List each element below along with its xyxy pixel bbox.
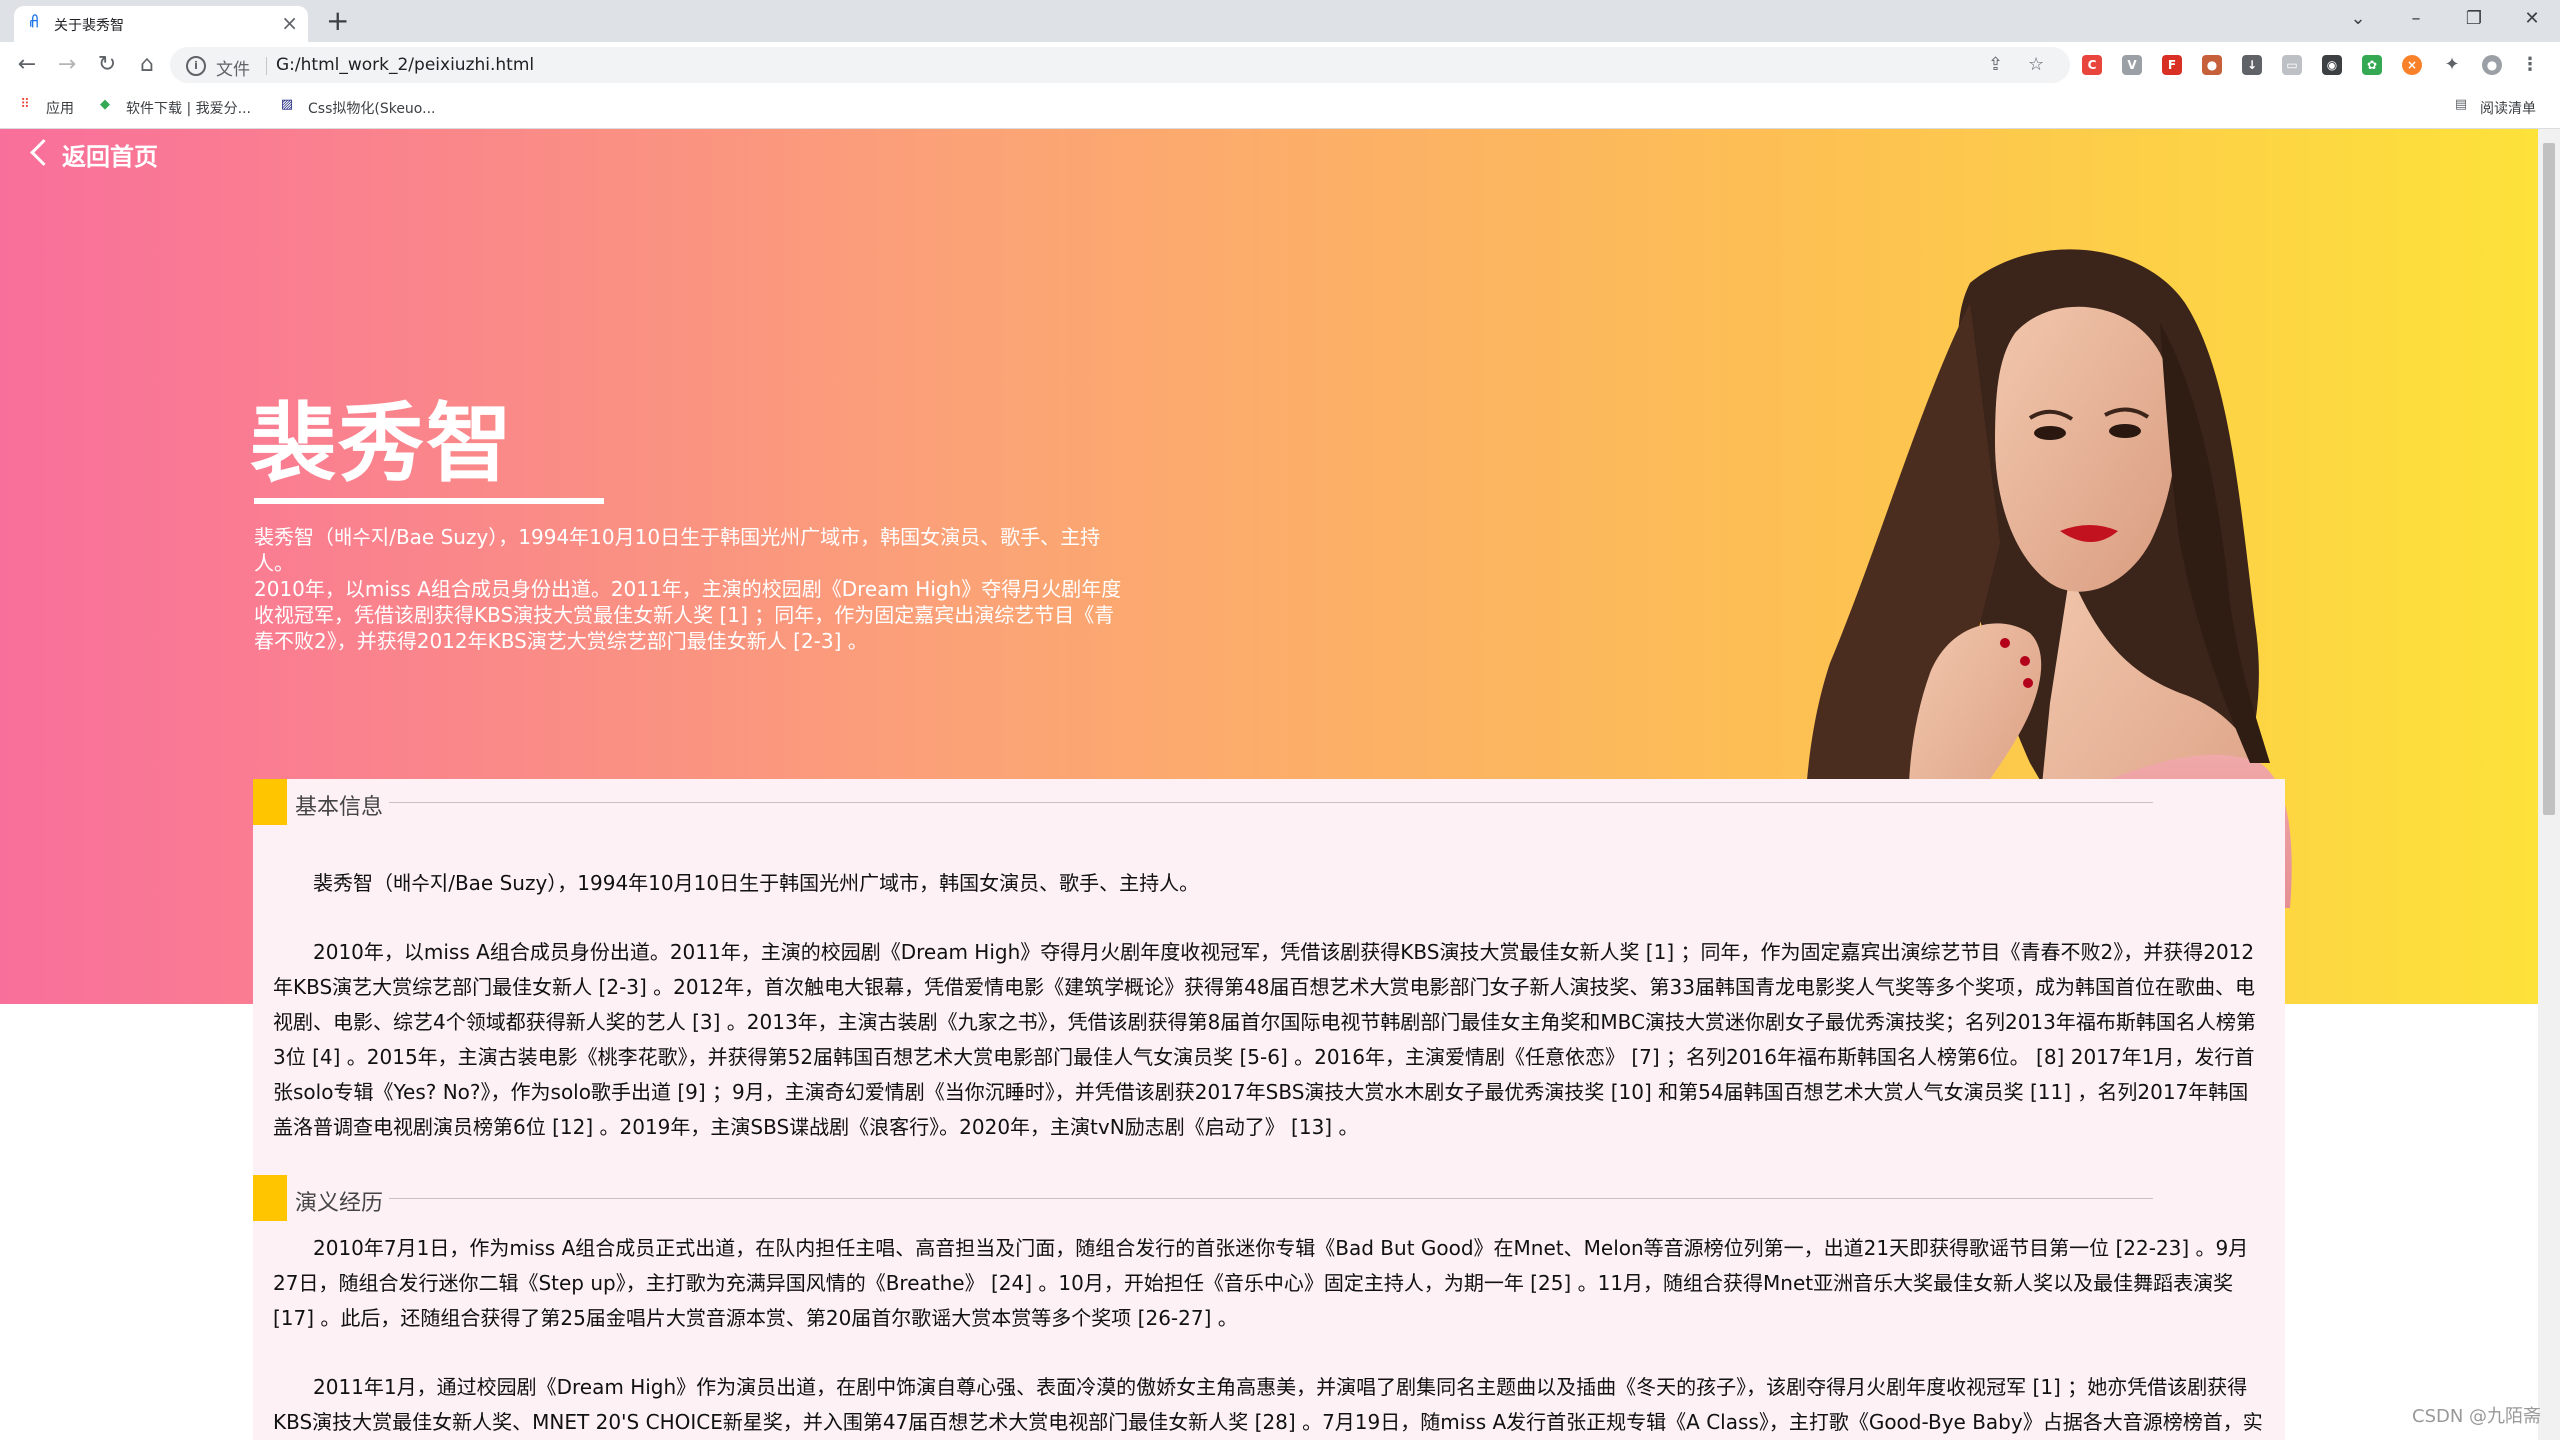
extension-c-icon[interactable]: C [2082,55,2102,75]
tab-strip: ꋬ 关于裴秀智 × + ⌄ – ❐ ✕ [0,0,2560,42]
browser-tab[interactable]: ꋬ 关于裴秀智 × [14,6,308,42]
extension-cookie-icon[interactable]: ● [2202,55,2222,75]
bookmarks-bar: ⠿ 应用 ◆ 软件下载 | 我爱分... ▨ Css拟物化(Skeuo... ▤… [0,88,2560,129]
bookmark-apps[interactable]: 应用 [46,98,74,118]
chevron-left-icon[interactable] [30,139,57,166]
bookmark-css-skeuo[interactable]: Css拟物化(Skeuo... [308,98,435,118]
reload-icon[interactable]: ↻ [92,50,122,80]
address-bar[interactable]: i 文件 G:/html_work_2/peixiuzhi.html ⇪ ☆ [170,47,2070,83]
vertical-scrollbar[interactable] [2538,129,2560,1440]
extension-download-icon[interactable]: ↓ [2242,55,2262,75]
section-divider [389,802,2153,803]
paragraph: 2010年，以miss A组合成员身份出道。2011年，主演的校园剧《Dream… [273,940,2256,1139]
hero-description: 裴秀智（배수지/Bae Suzy），1994年10月10日生于韩国光州广域市，韩… [254,524,1134,654]
url-divider [266,57,267,75]
url-scheme-label: 文件 [216,60,250,80]
web-page: 返回首页 裴秀智 裴秀智（배수지/Bae Suzy），1994年10月10日生于… [0,129,2560,1440]
minimize-icon[interactable]: – [2396,4,2436,34]
reading-list-label[interactable]: 阅读清单 [2480,98,2536,118]
extension-color-icon[interactable]: ✿ [2362,55,2382,75]
tab-title: 关于裴秀智 [54,18,124,34]
close-tab-icon[interactable]: × [281,11,298,35]
bookmark-site-icon: ▨ [280,97,294,112]
section-title: 演义经历 [295,1191,384,1216]
watermark-text: CSDN @九陌斋 [2412,1406,2542,1427]
new-tab-icon[interactable]: + [326,4,349,38]
section-accent-bar [253,779,287,825]
bookmark-site-icon: ◆ [100,97,110,112]
section-divider [389,1198,2153,1199]
url-text[interactable]: G:/html_work_2/peixiuzhi.html [276,55,534,75]
page-favicon-icon: ꋬ [28,15,40,31]
browser-menu-icon[interactable]: ⋮ [2520,55,2540,75]
paragraph: 2010年7月1日，作为miss A组合成员正式出道，在队内担任主唱、高音担当及… [273,1236,2249,1330]
extension-x-icon[interactable]: × [2402,55,2422,75]
back-home-link[interactable]: 返回首页 [62,137,158,172]
bookmark-software-download[interactable]: 软件下载 | 我爱分... [126,98,251,118]
restore-icon[interactable]: ❐ [2454,4,2494,34]
hero-underline [254,498,604,504]
extensions-puzzle-icon[interactable]: ✦ [2442,55,2462,75]
home-icon[interactable]: ⌂ [132,50,162,80]
hero-desc-line: 裴秀智（배수지/Bae Suzy），1994年10月10日生于韩国光州广域市，韩… [254,525,1101,575]
reading-list-icon[interactable]: ▤ [2452,96,2470,114]
close-window-icon[interactable]: ✕ [2512,4,2552,34]
extension-capture-icon[interactable]: ◉ [2322,55,2342,75]
tab-search-icon[interactable]: ⌄ [2338,4,2378,34]
paragraph: 裴秀智（배수지/Bae Suzy），1994年10月10日生于韩国光州广域市，韩… [313,871,1200,895]
share-icon[interactable]: ⇪ [1988,54,2003,75]
hero-title: 裴秀智 [250,394,514,494]
extension-v-icon[interactable]: V [2122,55,2142,75]
extension-fe-icon[interactable]: F [2162,55,2182,75]
site-info-icon[interactable]: i [186,56,206,76]
section-accent-bar [253,1175,287,1221]
section-title: 基本信息 [295,795,384,820]
scrollbar-thumb[interactable] [2543,143,2555,815]
back-arrow-icon[interactable]: ← [12,50,42,80]
apps-grid-icon[interactable]: ⠿ [16,96,34,114]
hero-desc-line: 2010年，以miss A组合成员身份出道。2011年，主演的校园剧《Dream… [254,577,1122,653]
section-header-basic-info: 基本信息 [253,779,2285,825]
extension-screen-icon[interactable]: ▭ [2282,55,2302,75]
paragraph: 2011年1月，通过校园剧《Dream High》作为演员出道，在剧中饰演自尊心… [273,1375,2263,1434]
section-header-career: 演义经历 [253,1175,2285,1221]
content-card: 基本信息 裴秀智（배수지/Bae Suzy），1994年10月10日生于韩国光州… [253,779,2285,1440]
forward-arrow-icon[interactable]: → [52,50,82,80]
profile-avatar-icon[interactable]: ● [2482,55,2502,75]
bookmark-star-icon[interactable]: ☆ [2028,54,2044,75]
